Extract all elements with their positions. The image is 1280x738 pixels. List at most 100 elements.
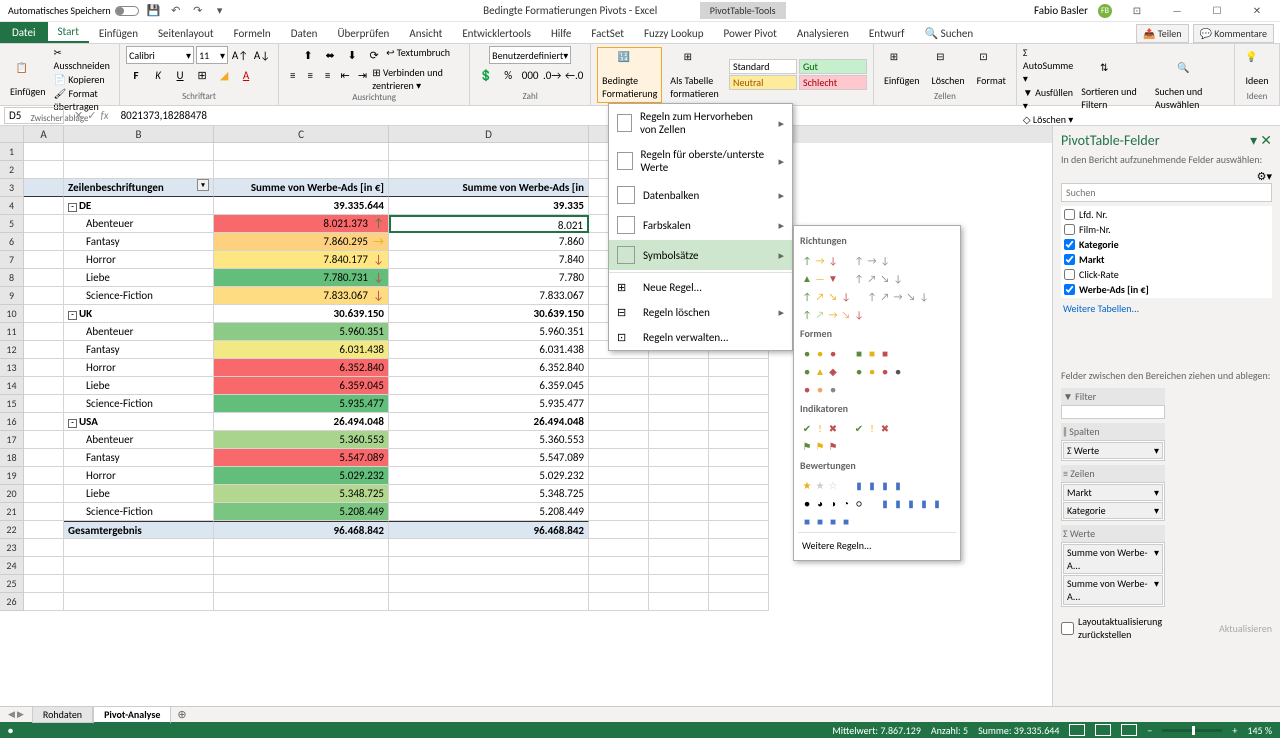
tab-seitenlayout[interactable]: Seitenlayout bbox=[148, 24, 224, 43]
collapse-icon[interactable]: - bbox=[68, 311, 77, 320]
ideen-button[interactable]: 💡Ideen bbox=[1241, 48, 1273, 89]
field-checkbox[interactable] bbox=[1064, 209, 1075, 220]
iconset-5ratings[interactable]: ▮▮▮▮▮ bbox=[878, 496, 944, 510]
tab-einfuegen[interactable]: Einfügen bbox=[89, 24, 148, 43]
iconset-3signs[interactable]: ●▲◆ bbox=[800, 364, 840, 378]
row-header-14[interactable]: 14 bbox=[0, 377, 24, 395]
cancel-formula-icon[interactable]: ✕ bbox=[74, 109, 83, 122]
field-checkbox[interactable] bbox=[1064, 254, 1075, 265]
tab-powerpivot[interactable]: Power Pivot bbox=[713, 24, 786, 43]
defer-layout-checkbox[interactable] bbox=[1061, 622, 1074, 635]
iconset-3stars[interactable]: ★★☆ bbox=[800, 478, 840, 492]
cf-highlight-rules[interactable]: Regeln zum Hervorheben von Zellen▸ bbox=[609, 104, 792, 142]
iconset-3trafficlights1[interactable]: ●●● bbox=[800, 346, 840, 360]
area-spalten-box[interactable]: Σ Werte▾ bbox=[1061, 440, 1165, 461]
zoom-level[interactable]: 145 % bbox=[1247, 724, 1272, 737]
cf-new-rule[interactable]: ⊞Neue Regel... bbox=[609, 275, 792, 300]
iconset-3flags[interactable]: ⚑⚑⚑ bbox=[800, 439, 840, 453]
align-middle-icon[interactable]: ⬌ bbox=[320, 46, 340, 64]
iconset-redtoblack[interactable]: ●●● bbox=[800, 382, 840, 396]
fill-color-icon[interactable]: ◢ bbox=[214, 66, 234, 84]
find-select-button[interactable]: 🔍Suchen und Auswählen bbox=[1151, 59, 1228, 113]
ribbon-options-icon[interactable]: ⊡ bbox=[1122, 1, 1152, 21]
iconset-3symbols[interactable]: ✔!✖ bbox=[852, 421, 892, 435]
row-header-25[interactable]: 25 bbox=[0, 575, 24, 593]
pivot-search-input[interactable] bbox=[1061, 183, 1272, 202]
align-top-icon[interactable]: ⬆ bbox=[298, 46, 318, 64]
field-item[interactable]: Film-Nr. bbox=[1062, 222, 1271, 237]
tab-suchen[interactable]: 🔍 Suchen bbox=[914, 24, 983, 43]
paste-button[interactable]: 📋Einfügen bbox=[6, 59, 50, 100]
pivot-close-icon[interactable]: ✕ bbox=[1260, 132, 1272, 149]
sheet-nav-icon[interactable]: ◀ ▶ bbox=[0, 709, 32, 720]
undo-icon[interactable]: ↶ bbox=[169, 4, 183, 18]
style-schlecht[interactable]: Schlecht bbox=[799, 75, 867, 90]
iconset-5boxes[interactable]: ■■■■ bbox=[800, 514, 853, 528]
row-header-17[interactable]: 17 bbox=[0, 431, 24, 449]
align-center-icon[interactable]: ≡ bbox=[303, 66, 318, 84]
tab-ueberpruefen[interactable]: Überprüfen bbox=[327, 24, 399, 43]
tab-formeln[interactable]: Formeln bbox=[224, 24, 281, 43]
sort-filter-button[interactable]: ⇅Sortieren und Filtern bbox=[1077, 59, 1147, 113]
row-header-22[interactable]: 22 bbox=[0, 521, 24, 539]
merge-button[interactable]: ⊞ Verbinden und zentrieren ▾ bbox=[372, 66, 463, 92]
select-all-corner[interactable] bbox=[0, 126, 24, 143]
enter-formula-icon[interactable]: ✓ bbox=[87, 109, 96, 122]
iconset-4trafficlights[interactable]: ●●●● bbox=[852, 364, 905, 378]
row-header-16[interactable]: 16 bbox=[0, 413, 24, 431]
area-zeilen-box[interactable]: Markt▾Kategorie▾ bbox=[1061, 482, 1165, 521]
border-icon[interactable]: ⊞ bbox=[192, 66, 212, 84]
tab-analysieren[interactable]: Analysieren bbox=[787, 24, 859, 43]
fx-icon[interactable]: fx bbox=[100, 109, 108, 122]
align-left-icon[interactable]: ≡ bbox=[285, 66, 300, 84]
decrease-decimal-icon[interactable]: ←.0 bbox=[564, 66, 584, 84]
tab-ansicht[interactable]: Ansicht bbox=[399, 24, 452, 43]
thousands-icon[interactable]: 000 bbox=[520, 66, 540, 84]
collapse-icon[interactable]: - bbox=[68, 203, 77, 212]
font-size-select[interactable]: 11▾ bbox=[196, 46, 228, 64]
close-icon[interactable]: ✕ bbox=[1242, 1, 1272, 21]
iconset-5arrows-gray[interactable]: ↑↗→↘↓ bbox=[865, 289, 931, 303]
bold-icon[interactable]: F bbox=[126, 66, 146, 84]
teilen-button[interactable]: 📤 Teilen bbox=[1136, 24, 1189, 43]
indent-inc-icon[interactable]: ⇥ bbox=[355, 66, 370, 84]
cut-button[interactable]: ✂ Ausschneiden bbox=[54, 46, 114, 72]
format-cells-button[interactable]: ⊡Format bbox=[973, 48, 1010, 89]
row-header-26[interactable]: 26 bbox=[0, 593, 24, 611]
field-checkbox[interactable] bbox=[1064, 269, 1075, 280]
row-header-6[interactable]: 6 bbox=[0, 233, 24, 251]
increase-decimal-icon[interactable]: .0→ bbox=[542, 66, 562, 84]
name-box[interactable]: D5 bbox=[4, 107, 64, 124]
area-item[interactable]: Σ Werte▾ bbox=[1063, 442, 1163, 459]
sheet-tab-analyse[interactable]: Pivot-Analyse bbox=[93, 706, 171, 724]
qat-customize-icon[interactable]: ▾ bbox=[213, 4, 227, 18]
zoom-in-icon[interactable]: + bbox=[1232, 724, 1237, 737]
iconset-5quarters[interactable]: ●◕◑◔○ bbox=[800, 496, 866, 510]
row-header-5[interactable]: 5 bbox=[0, 215, 24, 233]
orientation-icon[interactable]: ⟳ bbox=[364, 46, 384, 64]
iconset-3arrows-colored[interactable]: ↑→↓ bbox=[800, 253, 840, 267]
field-checkbox[interactable] bbox=[1064, 239, 1075, 250]
cf-top-bottom-rules[interactable]: Regeln für oberste/unterste Werte▸ bbox=[609, 142, 792, 180]
field-item[interactable]: Lfd. Nr. bbox=[1062, 207, 1271, 222]
area-item[interactable]: Summe von Werbe-A...▾ bbox=[1063, 544, 1163, 574]
row-header-19[interactable]: 19 bbox=[0, 467, 24, 485]
tab-entwickler[interactable]: Entwicklertools bbox=[452, 24, 541, 43]
record-macro-icon[interactable]: ⏺ bbox=[8, 724, 13, 737]
format-as-table-button[interactable]: ⊞Als Tabelle formatieren bbox=[666, 48, 725, 102]
align-right-icon[interactable]: ≡ bbox=[320, 66, 335, 84]
iconset-3symbols-circled[interactable]: ✔!✖ bbox=[800, 421, 840, 435]
tab-start[interactable]: Start bbox=[48, 22, 89, 43]
tab-datei[interactable]: Datei bbox=[0, 22, 48, 43]
row-header-21[interactable]: 21 bbox=[0, 503, 24, 521]
font-color-icon[interactable]: A bbox=[236, 66, 256, 84]
style-gut[interactable]: Gut bbox=[799, 59, 867, 74]
underline-icon[interactable]: U bbox=[170, 66, 190, 84]
field-item[interactable]: Werbe-Ads [in €] bbox=[1062, 282, 1271, 297]
row-header-24[interactable]: 24 bbox=[0, 557, 24, 575]
autosave-toggle[interactable]: Automatisches Speichern bbox=[8, 4, 139, 17]
iconset-4arrows-gray[interactable]: ↑↗↘↓ bbox=[852, 271, 905, 285]
maximize-icon[interactable]: ☐ bbox=[1202, 1, 1232, 21]
style-standard[interactable]: Standard bbox=[729, 59, 797, 74]
align-bottom-icon[interactable]: ⬇ bbox=[342, 46, 362, 64]
